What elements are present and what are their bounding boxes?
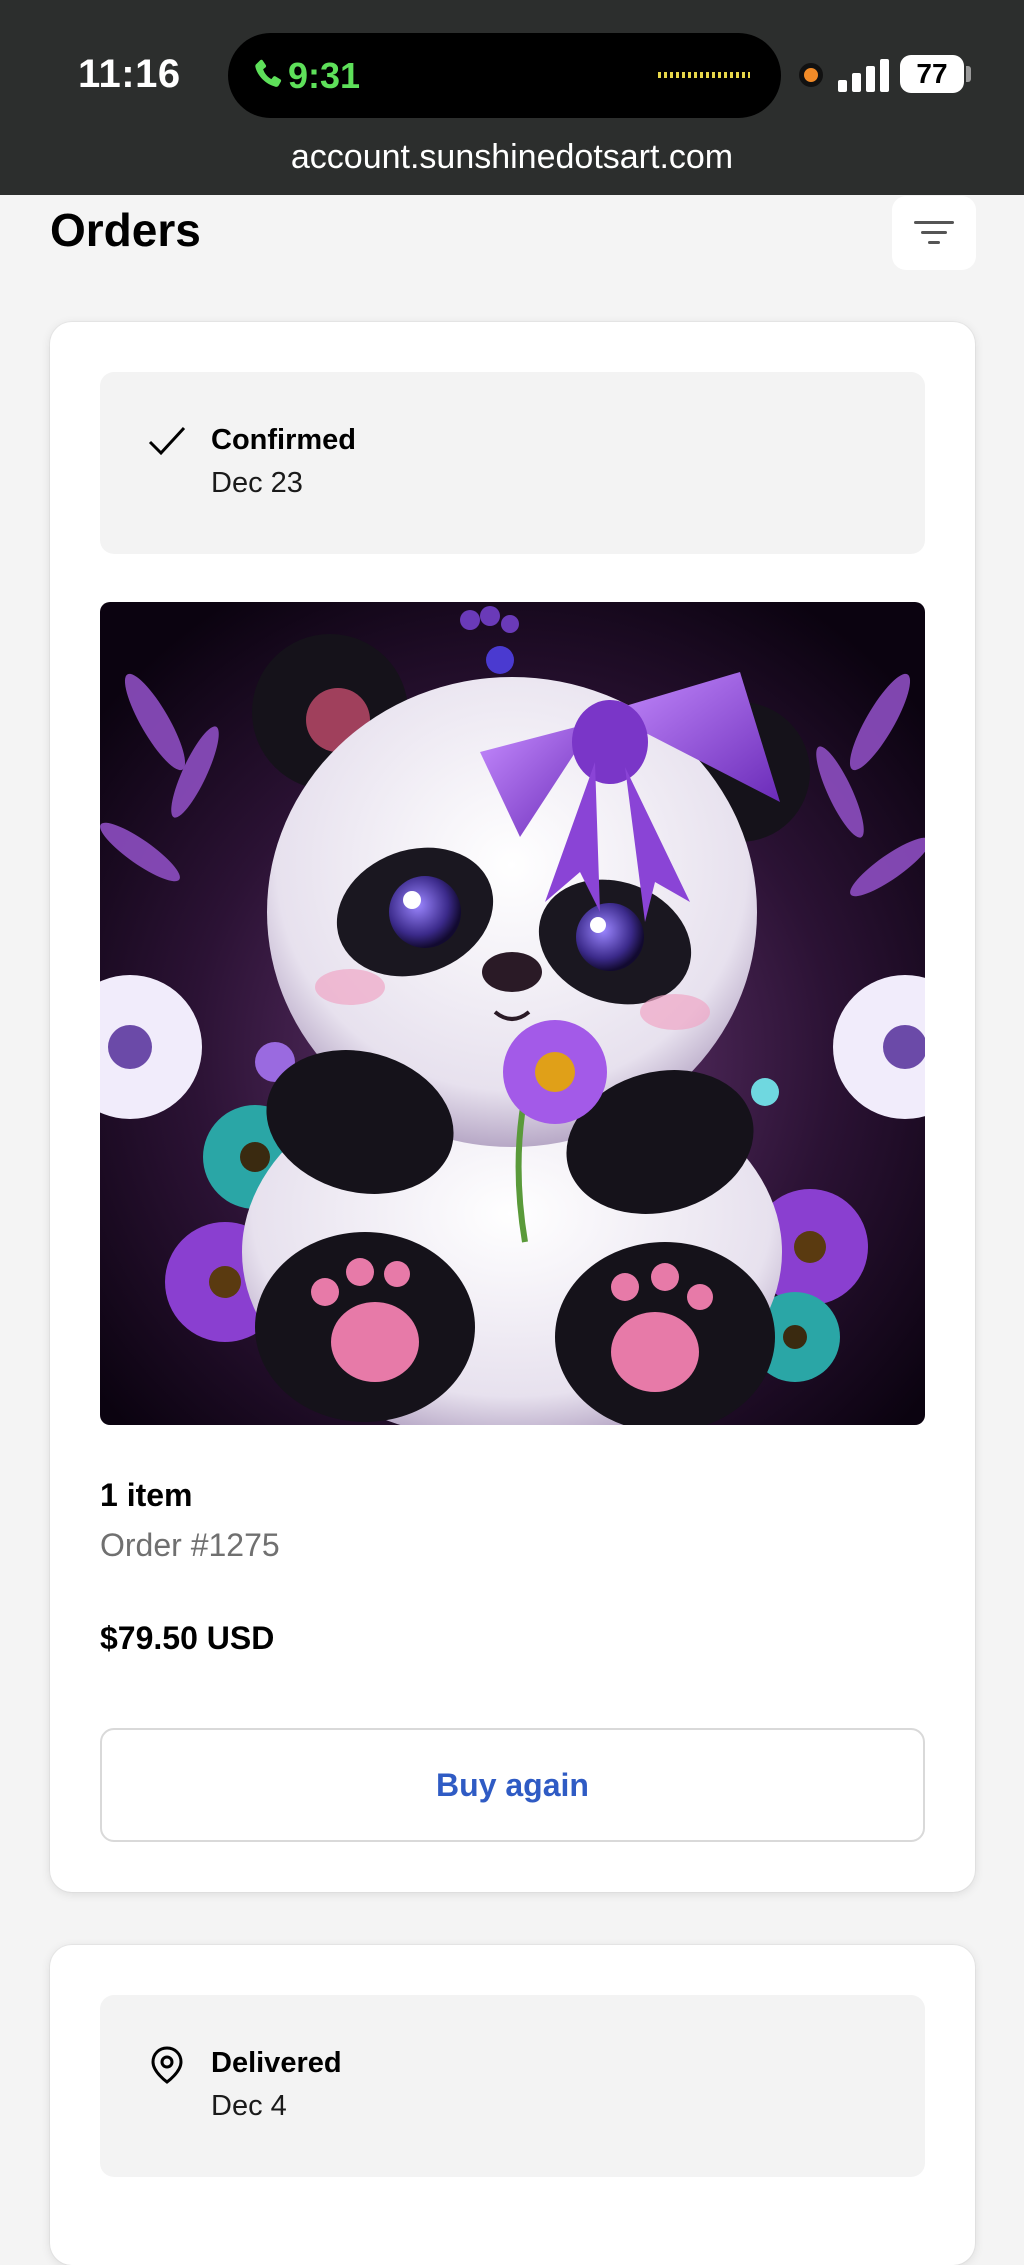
cellular-signal-icon	[838, 58, 890, 92]
checkmark-icon	[148, 426, 186, 456]
order-status-box: Delivered Dec 4	[100, 1995, 925, 2177]
filter-button[interactable]	[892, 196, 976, 270]
buy-again-button[interactable]: Buy again	[100, 1728, 925, 1842]
battery-tip	[966, 66, 971, 82]
page-title: Orders	[50, 204, 201, 256]
url-bar[interactable]: account.sunshinedotsart.com	[0, 138, 1024, 177]
audio-waveform-icon	[658, 72, 750, 78]
product-image[interactable]	[100, 602, 925, 1425]
phone-icon	[255, 59, 282, 87]
order-status-date: Dec 4	[211, 2090, 287, 2122]
battery-icon: 77	[900, 55, 964, 93]
recording-indicator-icon	[799, 63, 823, 87]
call-duration: 9:31	[288, 55, 361, 96]
order-number: Order #1275	[100, 1527, 280, 1563]
location-pin-icon	[151, 2046, 183, 2084]
status-time: 11:16	[78, 52, 181, 96]
order-status: Delivered	[211, 2047, 342, 2079]
order-item-count: 1 item	[100, 1477, 193, 1513]
order-card[interactable]: Delivered Dec 4	[50, 1945, 975, 2265]
order-price: $79.50 USD	[100, 1620, 275, 1656]
panda-artwork	[100, 602, 925, 1425]
order-card[interactable]: Confirmed Dec 23 1 item Order #1275 $79.…	[50, 322, 975, 1892]
order-status-box: Confirmed Dec 23	[100, 372, 925, 554]
filter-icon	[914, 221, 954, 244]
order-status-date: Dec 23	[211, 467, 303, 499]
status-bar: 11:16 9:31 77 account.sunshinedotsart.co…	[0, 0, 1024, 195]
order-status: Confirmed	[211, 424, 356, 456]
dynamic-island[interactable]: 9:31	[228, 33, 781, 118]
